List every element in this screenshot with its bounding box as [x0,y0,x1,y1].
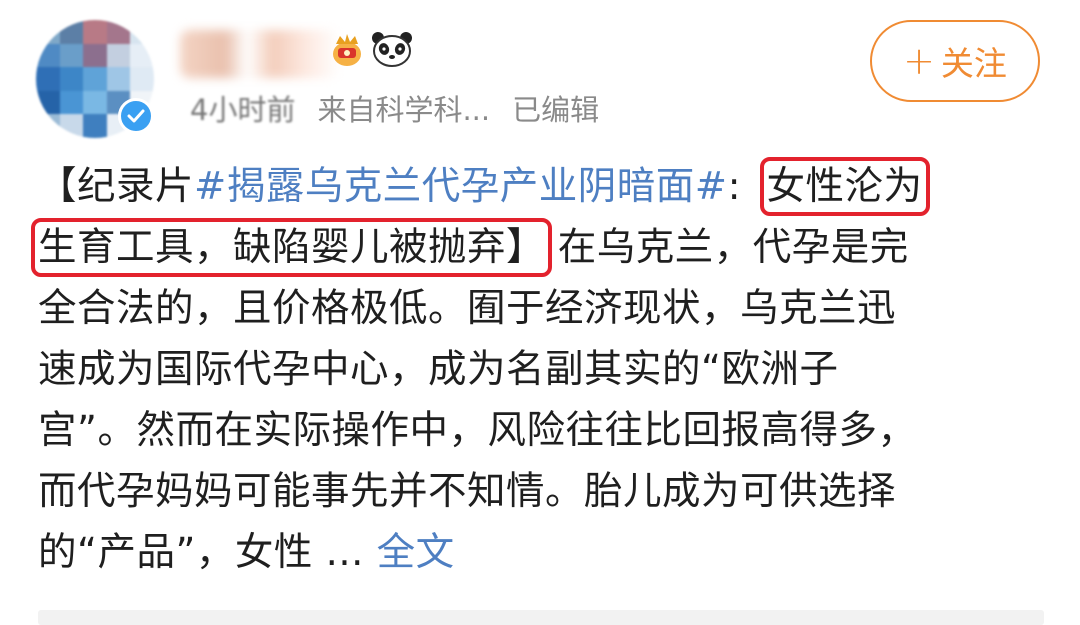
post-meta: 4小时前 来自科学科... 已编辑 [190,88,599,132]
post-line-5: 宫”。然而在实际操作中，风险往往比回报高得多， [38,408,917,453]
username-blurred[interactable] [180,30,340,78]
bracket: 【 [38,164,78,209]
post-source[interactable]: 来自科学科... [317,93,490,127]
post-time: 4小时前 [190,93,296,127]
post-line-1: 【纪录片#揭露乌克兰代孕产业阴暗面#: 女性沦为 [38,156,1038,217]
edited-label: 已编辑 [512,93,600,127]
post-body: 【纪录片#揭露乌克兰代孕产业阴暗面#: 女性沦为 生育工具，缺陷婴儿被抛弃】 在… [30,156,1038,583]
post-text-7: 的“产品”，女性 ... [38,530,364,575]
panda-icon [370,30,414,68]
follow-label: 关注 [940,44,1007,83]
crown-icon [330,30,364,68]
divider-bar [38,610,1044,625]
doc-prefix: 纪录片 [77,164,195,209]
colon: : [727,164,742,209]
post-text-2: 在乌克兰，代孕是完 [557,225,909,270]
highlight-box-2: 生育工具，缺陷婴儿被抛弃】 [30,218,553,277]
plus-icon: + [903,39,935,83]
hashtag-link[interactable]: #揭露乌克兰代孕产业阴暗面# [194,164,728,209]
post-line-3: 全合法的，且价格极低。囿于经济现状，乌克兰迅 [38,286,897,331]
post-line-7: 的“产品”，女性 ... 全文 [38,522,1038,583]
follow-button[interactable]: + 关注 [870,20,1040,102]
highlight-box-1: 女性沦为 [759,157,930,216]
post-line-2: 生育工具，缺陷婴儿被抛弃】 在乌克兰，代孕是完 [30,217,1038,278]
verified-icon [118,98,154,134]
post-line-6: 而代孕妈妈可能事先并不知情。胎儿成为可供选择 [38,469,897,514]
post-line-4: 速成为国际代孕中心，成为名副其实的“欧洲子 [38,347,839,392]
expand-full-text-link[interactable]: 全文 [377,530,455,575]
